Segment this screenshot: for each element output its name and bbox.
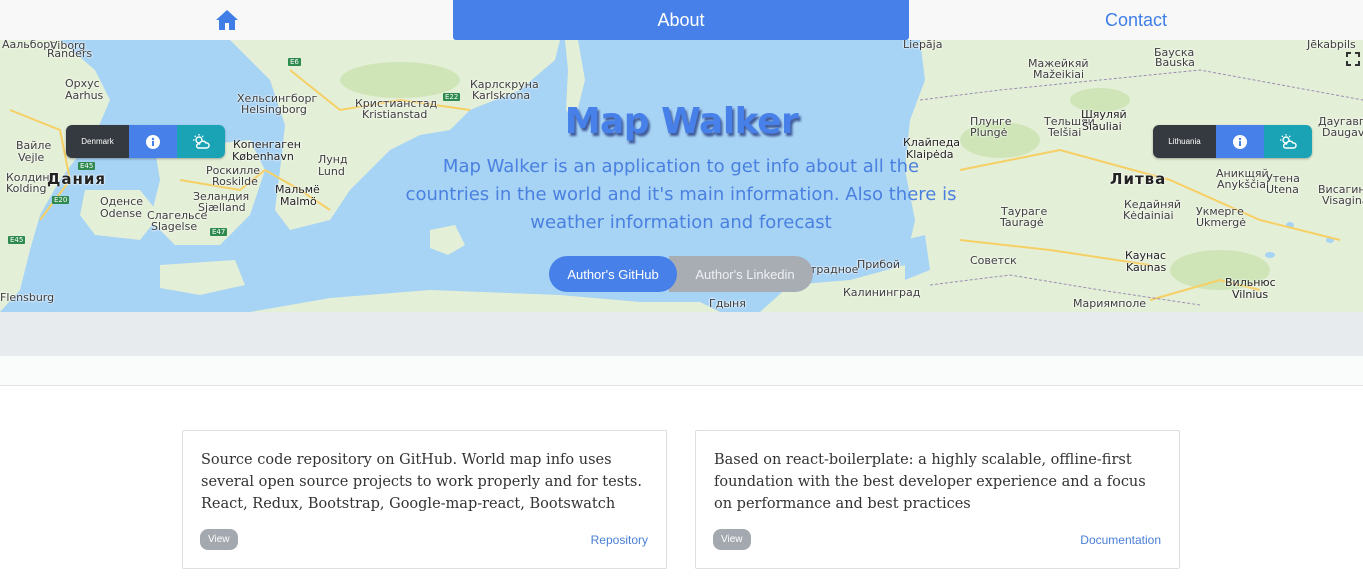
map-label: Vilnius <box>1232 288 1269 301</box>
map-label: Odense <box>100 207 142 220</box>
card-text: Based on react-boilerplate: a highly sca… <box>714 452 1146 512</box>
road-shield: E6 <box>288 58 301 66</box>
map-label: Mažeikiai <box>1033 68 1085 81</box>
map-label: Советск <box>970 254 1017 267</box>
hero-description: Map Walker is an application to get info… <box>405 156 957 233</box>
road-shield: E47 <box>210 228 228 236</box>
map-label: København <box>232 150 294 163</box>
map-label: Прибой <box>857 258 901 271</box>
map-label: Malmö <box>280 195 317 208</box>
section-band-light <box>0 356 1363 386</box>
road-shield: E45 <box>78 162 96 170</box>
map-label: Roskilde <box>212 175 258 188</box>
map-label: Гдыня <box>709 297 746 310</box>
map-label: Ukmergė <box>1196 216 1246 229</box>
road-shield: E22 <box>443 93 461 101</box>
map-label: Мариямполе <box>1073 297 1146 310</box>
map-label: Kolding <box>6 182 47 195</box>
map-label: Visaginas <box>1322 194 1363 207</box>
map-label: Калининград <box>843 286 921 299</box>
road-shield: E45 <box>8 236 26 244</box>
author-github-button[interactable]: Author's GitHub <box>549 256 677 292</box>
map-label: традное <box>810 263 859 276</box>
map-label: Lund <box>318 165 345 178</box>
fullscreen-icon[interactable] <box>1346 52 1360 66</box>
map-label: Utena <box>1266 183 1299 196</box>
map-label: Sjælland <box>198 201 246 214</box>
repository-link[interactable]: Repository <box>591 533 648 547</box>
view-badge: View <box>713 529 751 550</box>
map-label: Flensburg <box>0 291 55 304</box>
nav-home[interactable] <box>0 0 453 40</box>
nav-about[interactable]: About <box>453 0 909 40</box>
map-label: Kaunas <box>1126 261 1167 274</box>
hero-button-group: Author's GitHub Author's Linkedin <box>549 256 813 292</box>
card-documentation: Based on react-boilerplate: a highly sca… <box>695 430 1180 569</box>
map-label: Kėdainiai <box>1123 209 1174 222</box>
nav-contact[interactable]: Contact <box>909 0 1363 40</box>
map-label: Liepāja <box>903 40 943 51</box>
author-linkedin-button[interactable]: Author's Linkedin <box>669 256 813 292</box>
map-label: Bauska <box>1155 56 1195 69</box>
view-badge: View <box>200 529 238 550</box>
map-label: Anykščiai <box>1217 178 1270 191</box>
map-label: Vejle <box>18 151 45 164</box>
home-icon <box>215 10 238 30</box>
map-label-country: Литва <box>1110 170 1167 188</box>
map-label-country: Дания <box>47 170 106 188</box>
map-label: Tauragė <box>1000 216 1044 229</box>
documentation-link[interactable]: Documentation <box>1080 533 1161 547</box>
card-text: Source code repository on GitHub. World … <box>201 452 642 512</box>
navbar: About Contact <box>0 0 1363 40</box>
road-shield: E20 <box>52 196 70 204</box>
section-band <box>0 312 1363 356</box>
card-repository: Source code repository on GitHub. World … <box>182 430 667 569</box>
map-label: Slagelse <box>151 220 198 233</box>
map-label: Jēkabpils <box>1307 40 1356 51</box>
hero-title: Map Walker <box>564 101 799 142</box>
map-label: Randers <box>47 47 93 60</box>
